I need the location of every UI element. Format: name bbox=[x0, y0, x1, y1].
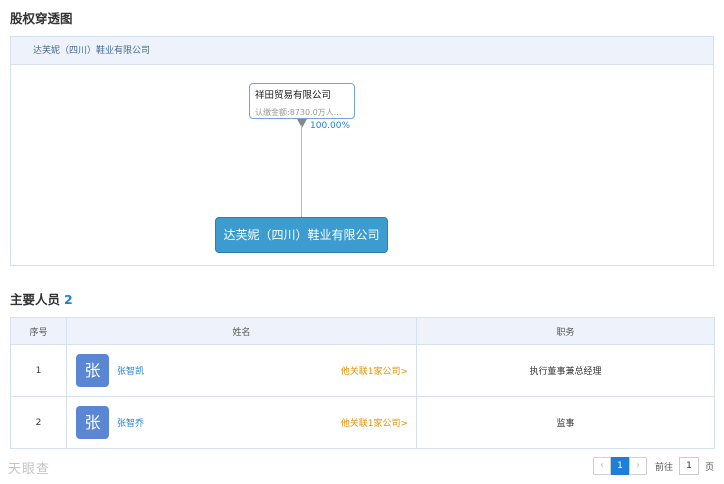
pagination: ‹ 1 › 前往 页 bbox=[592, 457, 714, 475]
personnel-table: 序号 姓名 职务 1 张 张智凯 他关联1家公司> 执行董事兼总经理 2 张 张… bbox=[10, 317, 715, 449]
page-unit-label: 页 bbox=[704, 462, 714, 473]
shareholder-name: 祥田贸易有限公司 bbox=[255, 90, 332, 101]
person-name-link[interactable]: 张智凯 bbox=[117, 364, 144, 377]
position-cell: 监事 bbox=[416, 396, 715, 449]
personnel-title-label: 主要人员 bbox=[10, 292, 61, 307]
current-page-button[interactable]: 1 bbox=[610, 457, 629, 475]
shareholder-subscribed: 认缴金额:8730.0万人... bbox=[255, 108, 342, 117]
prev-page-button[interactable]: ‹ bbox=[592, 457, 611, 475]
table-row: 2 张 张智乔 他关联1家公司> 监事 bbox=[10, 396, 715, 449]
watermark-logo: 天眼查 bbox=[8, 462, 51, 477]
row-number: 1 bbox=[10, 344, 67, 397]
personnel-count: 2 bbox=[64, 292, 73, 307]
related-companies-link[interactable]: 他关联1家公司> bbox=[341, 416, 408, 429]
target-company-node[interactable]: 达芙妮（四川）鞋业有限公司 bbox=[215, 217, 388, 253]
shareholder-node[interactable]: 祥田贸易有限公司 认缴金额:8730.0万人... bbox=[249, 83, 355, 119]
row-number: 2 bbox=[10, 396, 67, 449]
related-companies-link[interactable]: 他关联1家公司> bbox=[341, 364, 408, 377]
arrow-down-icon bbox=[297, 119, 307, 128]
table-header-row: 序号 姓名 职务 bbox=[10, 317, 715, 345]
column-header-number: 序号 bbox=[10, 317, 67, 345]
avatar[interactable]: 张 bbox=[76, 406, 109, 439]
goto-page-input[interactable] bbox=[678, 457, 699, 475]
goto-label: 前往 bbox=[654, 462, 673, 473]
equity-chart-panel: 达芙妮（四川）鞋业有限公司 祥田贸易有限公司 认缴金额:8730.0万人... … bbox=[10, 36, 714, 266]
person-name-link[interactable]: 张智乔 bbox=[117, 416, 144, 429]
connector-line bbox=[301, 125, 302, 217]
share-percentage: 100.00% bbox=[310, 121, 351, 131]
name-cell: 张 张智乔 他关联1家公司> bbox=[66, 396, 417, 449]
equity-section-title: 股权穿透图 bbox=[10, 11, 73, 26]
column-header-position: 职务 bbox=[416, 317, 715, 345]
equity-chart-header: 达芙妮（四川）鞋业有限公司 bbox=[11, 37, 713, 65]
personnel-section-title: 主要人员 2 bbox=[10, 289, 73, 308]
column-header-name: 姓名 bbox=[66, 317, 417, 345]
name-cell: 张 张智凯 他关联1家公司> bbox=[66, 344, 417, 397]
next-page-button[interactable]: › bbox=[628, 457, 647, 475]
table-row: 1 张 张智凯 他关联1家公司> 执行董事兼总经理 bbox=[10, 344, 715, 397]
position-cell: 执行董事兼总经理 bbox=[416, 344, 715, 397]
avatar[interactable]: 张 bbox=[76, 354, 109, 387]
